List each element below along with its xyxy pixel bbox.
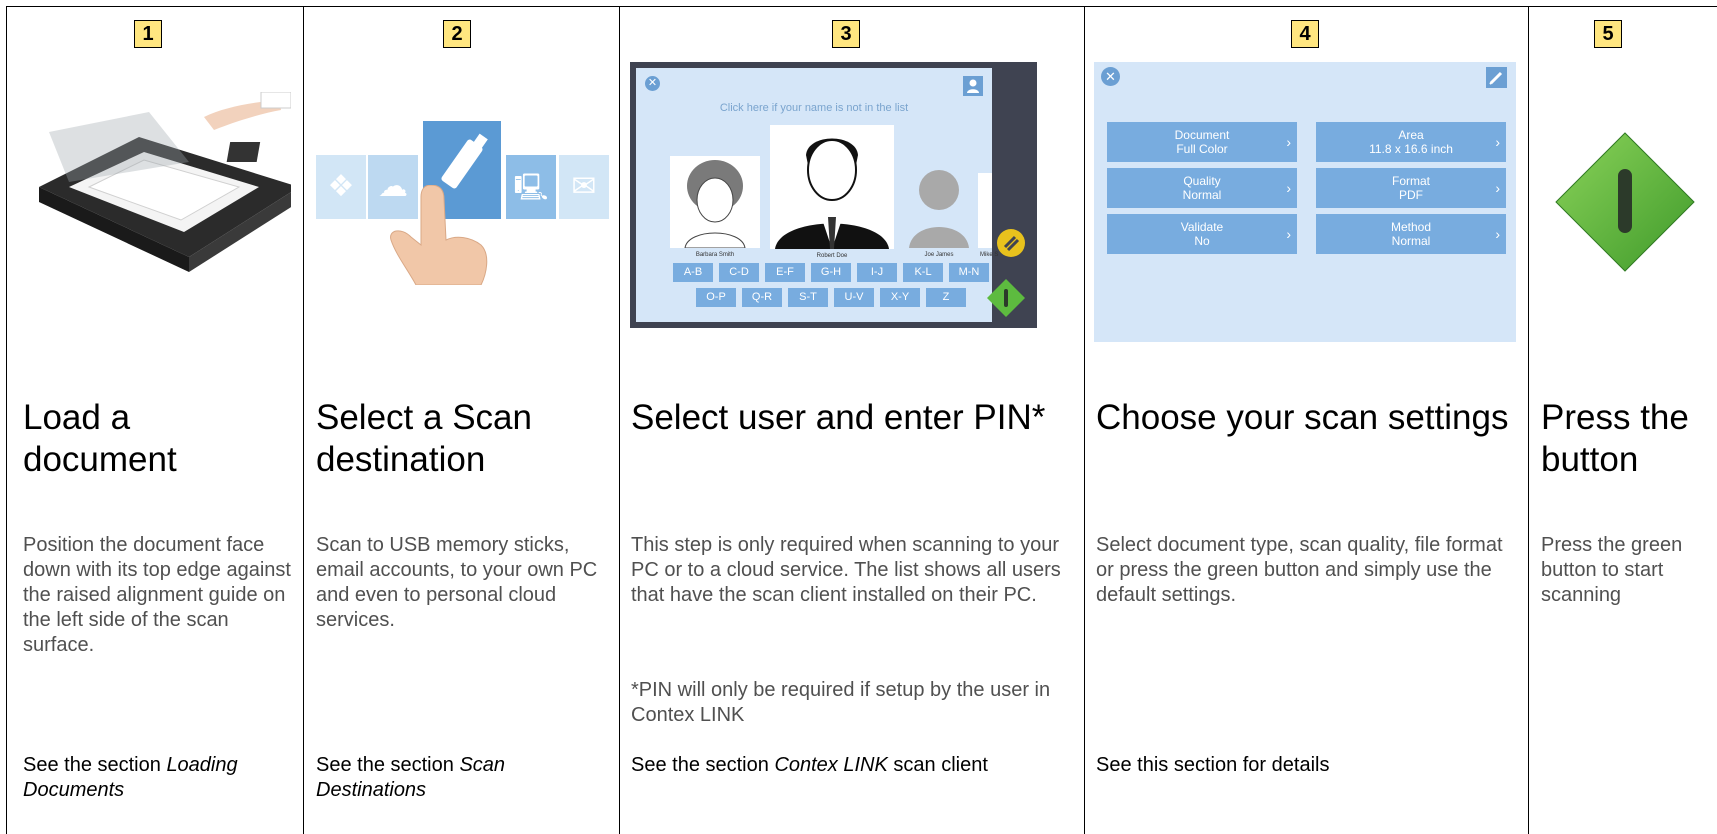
start-scan-button[interactable] — [1550, 127, 1700, 277]
step-description: Press the green button to start scanning — [1541, 534, 1683, 606]
finger-illustration — [390, 185, 488, 285]
chevron-right-icon: › — [1495, 180, 1500, 196]
pencil-icon[interactable] — [996, 228, 1026, 258]
user-list-panel: ✕ Click here if your name is not in the … — [636, 68, 998, 322]
scanner-illustration — [39, 92, 291, 272]
step-description: Scan to USB memory sticks, email account… — [316, 534, 598, 631]
chevron-right-icon: › — [1495, 134, 1500, 150]
step-number: 4 — [1291, 20, 1319, 48]
letter-filter-button[interactable]: G-H — [811, 263, 851, 282]
validate-option[interactable]: Validate No › — [1107, 214, 1297, 254]
steps-table: 1 Load a document Position the document … — [0, 0, 1717, 834]
letter-filter-button[interactable]: I-J — [857, 263, 897, 282]
step-number: 5 — [1594, 20, 1622, 48]
step-description: Position the document face down with its… — [23, 534, 291, 656]
letter-filter-button[interactable]: K-L — [903, 263, 943, 282]
chevron-right-icon: › — [1286, 180, 1291, 196]
step-note: *PIN will only be required if setup by t… — [631, 679, 1051, 726]
user-name: Joe James — [924, 252, 954, 258]
step-description: This step is only required when scanning… — [631, 534, 1061, 606]
user-card[interactable]: Joe James — [904, 160, 974, 258]
letter-filter-button[interactable]: O-P — [696, 288, 736, 307]
scan-settings-screen: ✕ Document Full Color › Area 11.8 x 16.6 in… — [1094, 62, 1516, 342]
step-title: Select a Scan destination — [316, 398, 532, 479]
step-2: 2 ❖ ☁ 🖳 ✉ Select a Scan destination Scan… — [304, 7, 619, 834]
step-number: 2 — [443, 20, 471, 48]
edit-settings-icon[interactable] — [1486, 67, 1507, 88]
user-name: Barbara Smith — [695, 252, 735, 258]
format-option[interactable]: Format PDF › — [1316, 168, 1506, 208]
document-type-option[interactable]: Document Full Color › — [1107, 122, 1297, 162]
quality-option[interactable]: Quality Normal › — [1107, 168, 1297, 208]
letter-filter-button[interactable]: E-F — [765, 263, 805, 282]
pc-icon: 🖳 — [506, 155, 556, 219]
alphabet-filter: A-B C-D E-F G-H I-J K-L M-N O-P Q-R S-T … — [666, 263, 996, 313]
step-reference: See the section Scan Destinations — [316, 754, 506, 801]
close-icon[interactable]: ✕ — [1101, 67, 1120, 86]
user-select-screen: ✕ Click here if your name is not in the … — [630, 62, 1037, 328]
step-5: 5 Press the button Press the green butto… — [1529, 7, 1717, 834]
user-name: Robert Doe — [816, 253, 848, 259]
step-reference: See this section for details — [1096, 754, 1330, 776]
user-card[interactable]: Mike S — [978, 173, 998, 258]
user-card-selected[interactable]: Robert Doe — [770, 125, 894, 259]
letter-filter-button[interactable]: C-D — [719, 263, 759, 282]
letter-filter-button[interactable]: M-N — [949, 263, 989, 282]
section-link[interactable]: Contex LINK — [774, 754, 887, 776]
step-number: 3 — [832, 20, 860, 48]
method-option[interactable]: Method Normal › — [1316, 214, 1506, 254]
start-scan-button[interactable] — [986, 278, 1026, 318]
step-title: Select user and enter PIN* — [631, 398, 1046, 437]
step-description: Select document type, scan quality, file… — [1096, 534, 1503, 606]
step-reference: See the section Contex LINK scan client — [631, 754, 988, 776]
step-title: Choose your scan settings — [1096, 398, 1509, 437]
letter-filter-button[interactable]: Z — [926, 288, 966, 307]
letter-filter-button[interactable]: A-B — [673, 263, 713, 282]
step-reference: See the section Loading Documents — [23, 754, 238, 801]
letter-filter-button[interactable]: Q-R — [742, 288, 782, 307]
chevron-right-icon: › — [1495, 226, 1500, 242]
chevron-right-icon: › — [1286, 226, 1291, 242]
chevron-right-icon: › — [1286, 134, 1291, 150]
step-number: 1 — [134, 20, 162, 48]
not-in-list-link[interactable]: Click here if your name is not in the li… — [636, 102, 992, 114]
area-option[interactable]: Area 11.8 x 16.6 inch › — [1316, 122, 1506, 162]
step-title: Press the button — [1541, 398, 1689, 479]
dropbox-icon: ❖ — [316, 155, 366, 219]
mail-icon: ✉ — [559, 155, 609, 219]
letter-filter-button[interactable]: X-Y — [880, 288, 920, 307]
step-title: Load a document — [23, 398, 177, 479]
step-1: 1 Load a document Position the document … — [7, 7, 303, 834]
add-user-icon[interactable] — [963, 76, 983, 96]
letter-filter-button[interactable]: S-T — [788, 288, 828, 307]
destination-illustration: ❖ ☁ 🖳 ✉ — [316, 115, 612, 285]
letter-filter-button[interactable]: U-V — [834, 288, 874, 307]
user-card[interactable]: Barbara Smith — [670, 156, 760, 258]
close-icon[interactable]: ✕ — [645, 76, 660, 91]
